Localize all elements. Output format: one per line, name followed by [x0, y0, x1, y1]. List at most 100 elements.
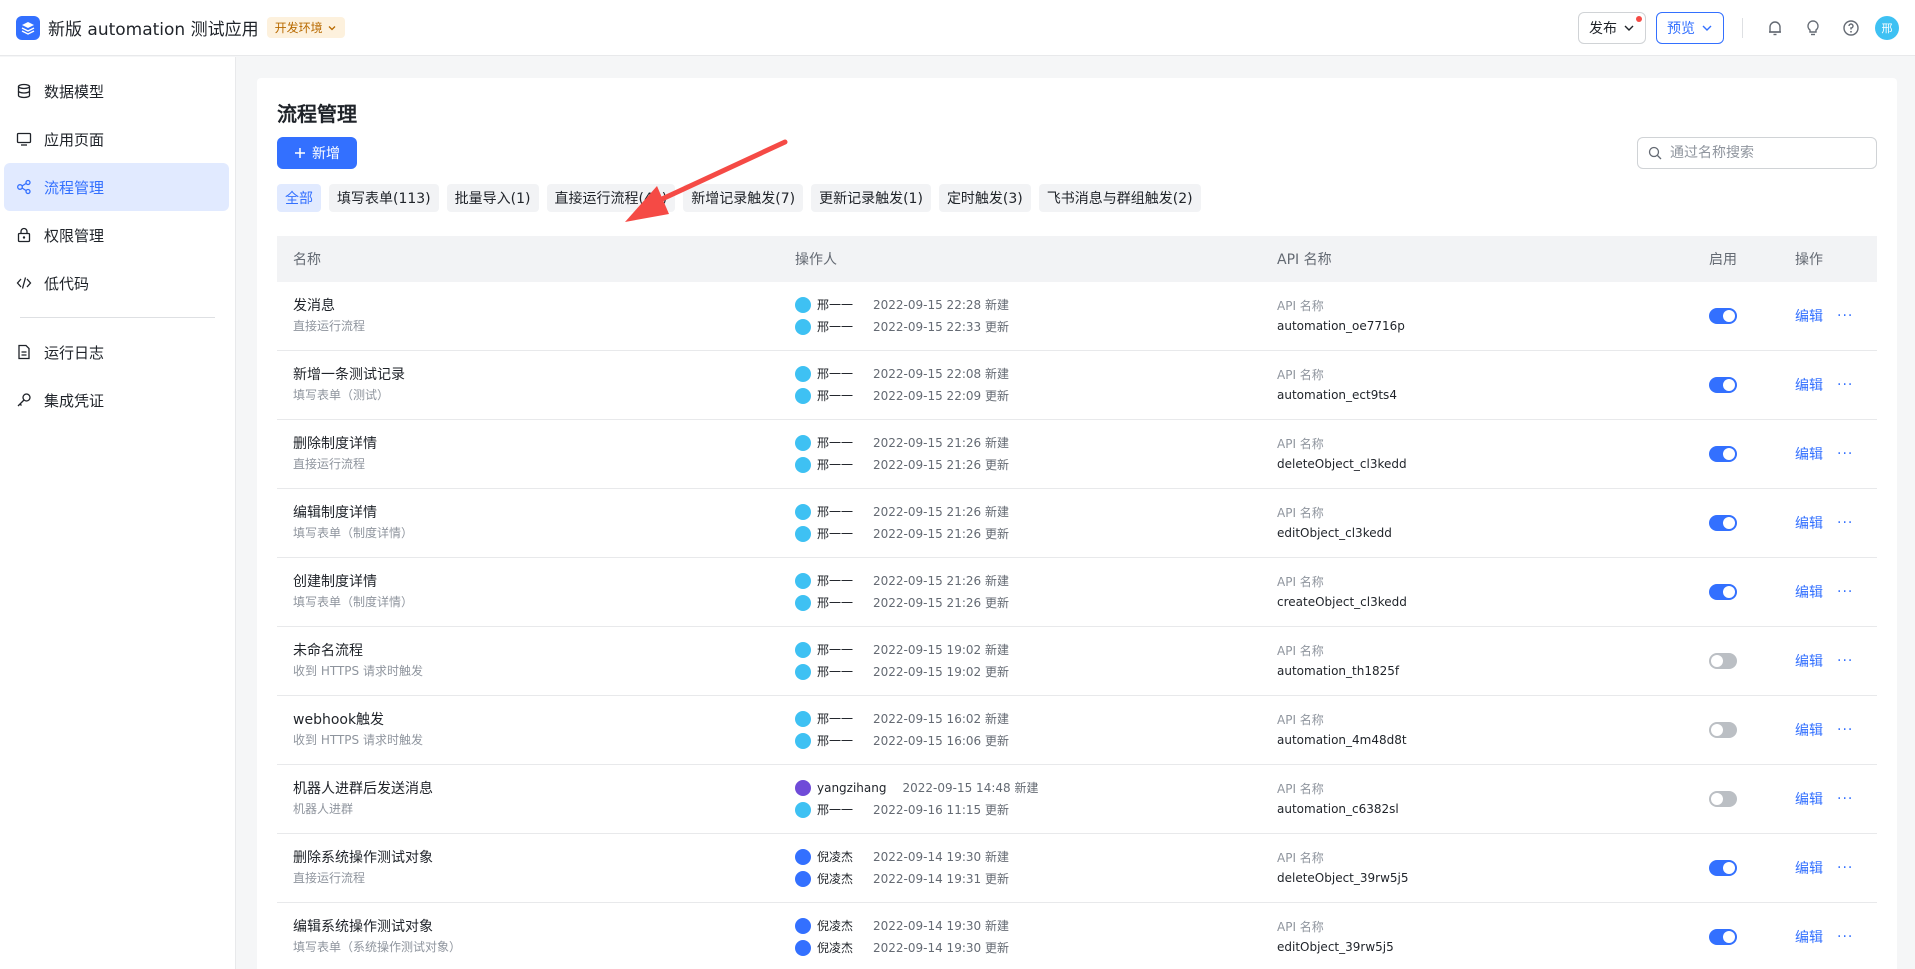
app-logo-icon [16, 15, 40, 40]
created-time: 2022-09-15 22:28 新建 [873, 298, 1009, 312]
edit-link[interactable]: 编辑 [1795, 651, 1823, 671]
flow-trigger-type: 直接运行流程 [293, 871, 366, 885]
edit-link[interactable]: 编辑 [1795, 582, 1823, 602]
more-options-icon[interactable]: ··· [1837, 860, 1853, 876]
filter-chip-record-updated[interactable]: 更新记录触发(1) [811, 184, 931, 212]
api-name-label: API 名称 [1277, 575, 1324, 589]
enabled-toggle[interactable] [1709, 515, 1737, 531]
sidebar-item-flow-management[interactable]: 流程管理 [4, 163, 229, 211]
table-row[interactable]: webhook触发 收到 HTTPS 请求时触发 邢一一 2022-09-15 16:… [277, 696, 1877, 765]
flow-name[interactable]: 删除系统操作测试对象 [293, 848, 779, 868]
flow-name[interactable]: 新增一条测试记录 [293, 365, 779, 385]
flow-name[interactable]: webhook触发 [293, 710, 779, 730]
enabled-toggle[interactable] [1709, 446, 1737, 462]
updated-line: 倪凌杰 2022-09-14 19:31 更新 [795, 868, 1261, 890]
table-row[interactable]: 编辑系统操作测试对象 填写表单（系统操作测试对象） 倪凌杰 2022-09-14 19… [277, 903, 1877, 969]
api-name-value: automation_c6382sl [1277, 802, 1399, 816]
enabled-toggle[interactable] [1709, 791, 1737, 807]
filter-chip-all[interactable]: 全部 [277, 184, 321, 212]
edit-link[interactable]: 编辑 [1795, 444, 1823, 464]
sidebar-item-data-model[interactable]: 数据模型 [4, 67, 229, 115]
table-row[interactable]: 机器人进群后发送消息 机器人进群 yangzihang 2022-09-15 14:4… [277, 765, 1877, 834]
avatar [795, 319, 811, 335]
table-row[interactable]: 创建制度详情 填写表单（制度详情） 邢一一 2022-09-15 21:26 新建 邢一… [277, 558, 1877, 627]
sidebar-divider [20, 317, 215, 318]
filter-chip-bulk-import[interactable]: 批量导入(1) [446, 184, 539, 212]
avatar [795, 366, 811, 382]
updater-name: 倪凌杰 [817, 872, 854, 886]
env-badge[interactable]: 开发环境 [266, 17, 345, 38]
flow-name[interactable]: 删除制度详情 [293, 434, 779, 454]
filter-chip-record-created[interactable]: 新增记录触发(7) [683, 184, 804, 212]
search-input[interactable] [1670, 145, 1860, 161]
table-header: 名称 操作人 API 名称 启用 操作 [277, 236, 1877, 282]
api-name-value: automation_oe7716p [1277, 319, 1405, 333]
avatar [795, 918, 811, 934]
flow-name[interactable]: 编辑制度详情 [293, 503, 779, 523]
enabled-toggle[interactable] [1709, 929, 1737, 945]
sidebar-item-app-pages[interactable]: 应用页面 [4, 115, 229, 163]
add-flow-button[interactable]: 新增 [277, 137, 357, 169]
flow-name[interactable]: 编辑系统操作测试对象 [293, 917, 779, 937]
more-options-icon[interactable]: ··· [1837, 722, 1853, 738]
publish-button[interactable]: 发布 [1578, 11, 1646, 44]
updated-line: 邢一一 2022-09-15 16:06 更新 [795, 730, 1261, 752]
lightbulb-icon[interactable] [1799, 14, 1827, 42]
edit-link[interactable]: 编辑 [1795, 513, 1823, 533]
flow-name[interactable]: 未命名流程 [293, 641, 779, 661]
flow-name[interactable]: 创建制度详情 [293, 572, 779, 592]
table-row[interactable]: 未命名流程 收到 HTTPS 请求时触发 邢一一 2022-09-15 19:02 新… [277, 627, 1877, 696]
edit-link[interactable]: 编辑 [1795, 720, 1823, 740]
creator-name: yangzihang [817, 781, 887, 795]
sidebar-item-low-code[interactable]: 低代码 [4, 259, 229, 307]
filter-chip-scheduled[interactable]: 定时触发(3) [938, 184, 1031, 212]
bell-icon[interactable] [1761, 14, 1789, 42]
flow-name[interactable]: 机器人进群后发送消息 [293, 779, 779, 799]
enabled-toggle[interactable] [1709, 308, 1737, 324]
enabled-toggle[interactable] [1709, 653, 1737, 669]
database-icon [17, 83, 31, 99]
sidebar-item-credentials[interactable]: 集成凭证 [4, 376, 229, 424]
edit-link[interactable]: 编辑 [1795, 858, 1823, 878]
more-options-icon[interactable]: ··· [1837, 653, 1853, 669]
sidebar-item-run-logs[interactable]: 运行日志 [4, 328, 229, 376]
enabled-toggle[interactable] [1709, 722, 1737, 738]
table-row[interactable]: 新增一条测试记录 填写表单（测试） 邢一一 2022-09-15 22:08 新建 邢一… [277, 351, 1877, 420]
search-box[interactable] [1637, 137, 1877, 169]
filter-chip-direct-run[interactable]: 直接运行流程(41) [546, 184, 676, 212]
enabled-toggle[interactable] [1709, 584, 1737, 600]
table-row[interactable]: 删除系统操作测试对象 直接运行流程 倪凌杰 2022-09-14 19:30 新建 倪凌… [277, 834, 1877, 903]
enabled-toggle[interactable] [1709, 860, 1737, 876]
edit-link[interactable]: 编辑 [1795, 927, 1823, 947]
flow-name[interactable]: 发消息 [293, 296, 779, 316]
preview-button[interactable]: 预览 [1656, 11, 1724, 44]
table-row[interactable]: 编辑制度详情 填写表单（制度详情） 邢一一 2022-09-15 21:26 新建 邢一… [277, 489, 1877, 558]
updated-line: 邢一一 2022-09-15 22:33 更新 [795, 316, 1261, 338]
more-options-icon[interactable]: ··· [1837, 929, 1853, 945]
edit-link[interactable]: 编辑 [1795, 306, 1823, 326]
avatar [795, 504, 811, 520]
api-name-value: createObject_cl3kedd [1277, 595, 1407, 609]
more-options-icon[interactable]: ··· [1837, 584, 1853, 600]
edit-link[interactable]: 编辑 [1795, 789, 1823, 809]
creator-name: 倪凌杰 [817, 850, 854, 864]
filter-chip-feishu-message[interactable]: 飞书消息与群组触发(2) [1038, 184, 1201, 212]
enabled-toggle[interactable] [1709, 377, 1737, 393]
actions-cell: 编辑 ··· [1779, 927, 1877, 947]
more-options-icon[interactable]: ··· [1837, 515, 1853, 531]
sidebar-item-permissions[interactable]: 权限管理 [4, 211, 229, 259]
edit-link[interactable]: 编辑 [1795, 375, 1823, 395]
more-options-icon[interactable]: ··· [1837, 377, 1853, 393]
operator-cell: 邢一一 2022-09-15 16:02 新建 邢一一 2022-09-15 16:0… [779, 708, 1261, 752]
user-avatar[interactable]: 邢 [1875, 15, 1899, 40]
table-row[interactable]: 删除制度详情 直接运行流程 邢一一 2022-09-15 21:26 新建 邢一一 202… [277, 420, 1877, 489]
table-row[interactable]: 发消息 直接运行流程 邢一一 2022-09-15 22:28 新建 邢一一 2022-0… [277, 282, 1877, 351]
more-options-icon[interactable]: ··· [1837, 446, 1853, 462]
filter-chip-form[interactable]: 填写表单(113) [329, 184, 439, 212]
more-options-icon[interactable]: ··· [1837, 308, 1853, 324]
created-line: 邢一一 2022-09-15 21:26 新建 [795, 570, 1261, 592]
help-icon[interactable] [1837, 14, 1865, 42]
avatar [795, 642, 811, 658]
more-options-icon[interactable]: ··· [1837, 791, 1853, 807]
api-name-value: automation_th1825f [1277, 664, 1400, 678]
